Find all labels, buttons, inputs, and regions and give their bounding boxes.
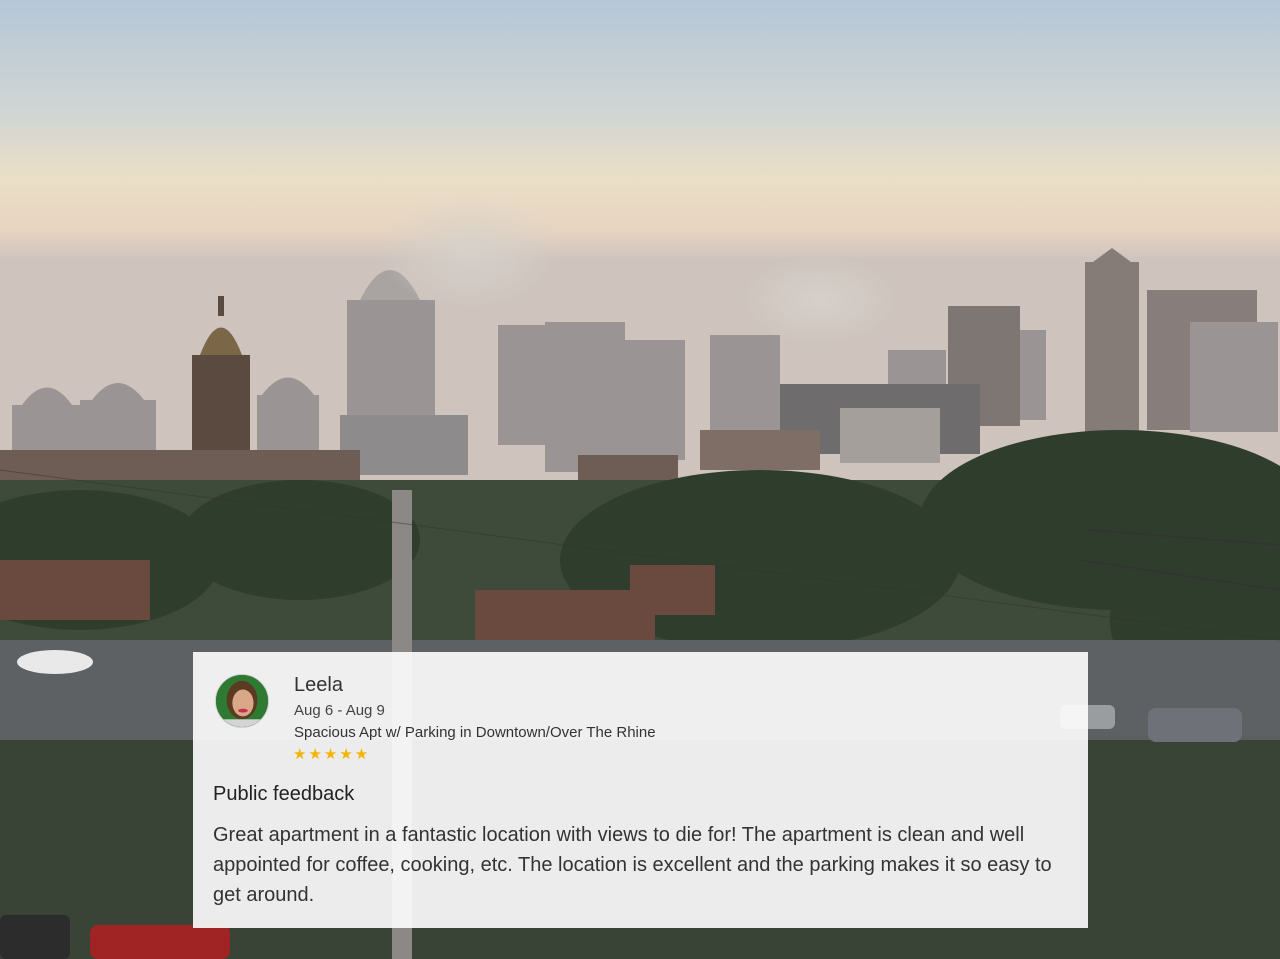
- stay-dates: Aug 6 - Aug 9: [294, 702, 385, 719]
- reviewer-name[interactable]: Leela: [294, 674, 343, 697]
- star-rating: ★★★★★: [293, 746, 371, 763]
- review-card: Leela Aug 6 - Aug 9 Spacious Apt w/ Park…: [193, 652, 1088, 928]
- reviewer-avatar[interactable]: [215, 674, 269, 728]
- public-feedback-heading: Public feedback: [213, 783, 355, 805]
- listing-title[interactable]: Spacious Apt w/ Parking in Downtown/Over…: [294, 724, 656, 741]
- feedback-text: Great apartment in a fantastic location …: [213, 824, 1052, 906]
